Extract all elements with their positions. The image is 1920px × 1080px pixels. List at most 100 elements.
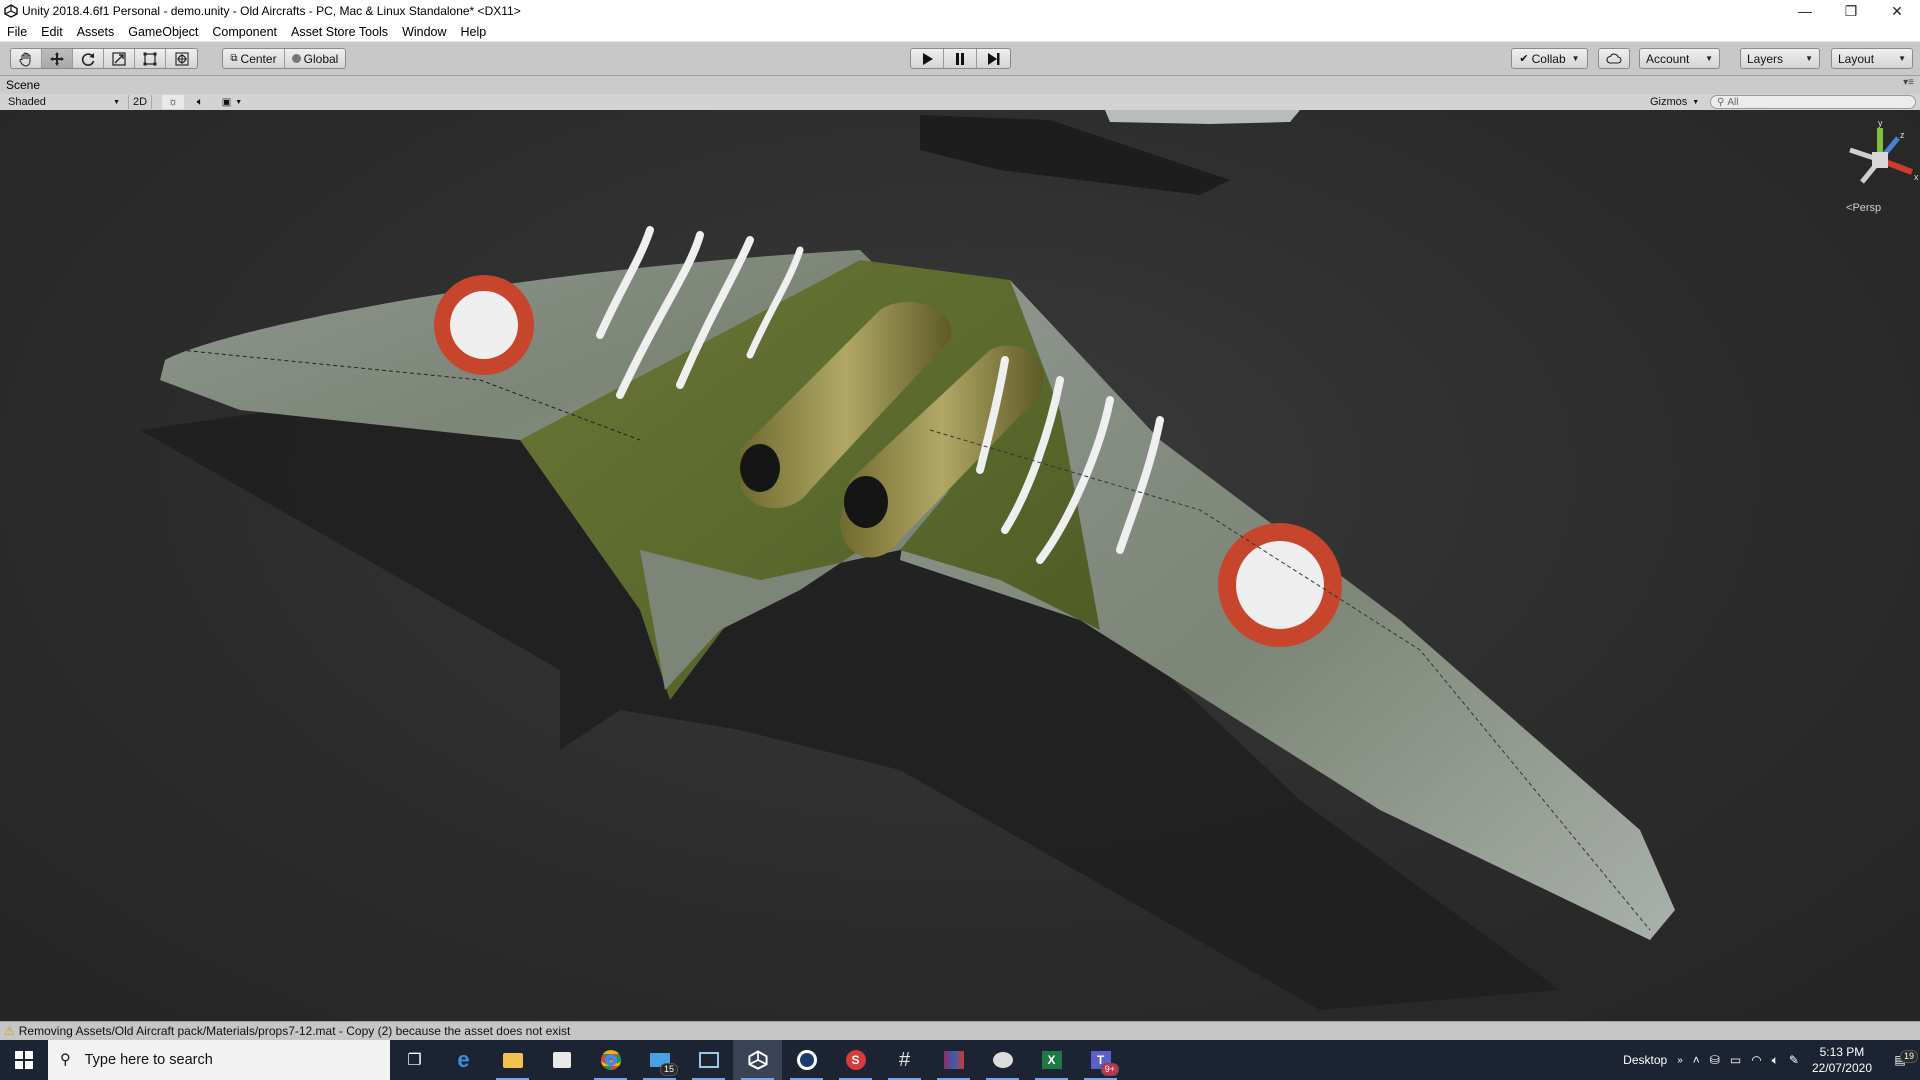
- substance-button[interactable]: S: [831, 1040, 880, 1080]
- universal-transform-icon: [174, 51, 189, 66]
- hand-tool-button[interactable]: [11, 49, 42, 68]
- left-engine-exhaust: [740, 444, 780, 492]
- teams-badge: 9+: [1100, 1063, 1119, 1076]
- background-aircraft: [1105, 110, 1300, 124]
- play-icon: [923, 52, 933, 65]
- network-drive-icon[interactable]: ⛁: [1705, 1053, 1725, 1067]
- notification-center-button[interactable]: ▤ 19: [1880, 1050, 1920, 1067]
- gizmos-dropdown[interactable]: Gizmos ▼: [1650, 95, 1699, 109]
- lighting-toggle[interactable]: ☼: [162, 95, 184, 109]
- tab-menu-icon[interactable]: ▾≡: [1903, 77, 1914, 88]
- search-icon: ⚲: [1717, 96, 1725, 108]
- layers-dropdown[interactable]: Layers ▼: [1740, 48, 1820, 69]
- wifi-icon[interactable]: ◠: [1746, 1053, 1766, 1067]
- rotate-icon: [81, 52, 95, 66]
- menu-help[interactable]: Help: [454, 25, 494, 39]
- cloud-icon: [1606, 53, 1622, 64]
- rotate-tool-button[interactable]: [73, 49, 104, 68]
- windows-taskbar: ⚲ Type here to search ❐ e 15 S # X T 9+ D…: [0, 1040, 1920, 1080]
- draw-mode-dropdown[interactable]: Shaded ▼: [8, 95, 120, 109]
- gizmo-z-label: z: [1900, 130, 1905, 140]
- effects-dropdown[interactable]: ▣ ▼: [216, 95, 248, 109]
- menu-window[interactable]: Window: [395, 25, 453, 39]
- chevron-down-icon: ▼: [1805, 54, 1813, 63]
- projection-label: Persp: [1852, 202, 1882, 214]
- show-hidden-icons-icon[interactable]: ˄: [1688, 1053, 1705, 1067]
- slack-button[interactable]: #: [880, 1040, 929, 1080]
- store-button[interactable]: [537, 1040, 586, 1080]
- folder-icon: [502, 1052, 523, 1068]
- chrome-icon: [600, 1050, 621, 1070]
- start-button[interactable]: [0, 1040, 48, 1080]
- scale-tool-button[interactable]: [104, 49, 135, 68]
- paint-button[interactable]: [978, 1040, 1027, 1080]
- gizmos-label: Gizmos: [1650, 96, 1688, 108]
- minimize-button[interactable]: —: [1782, 0, 1828, 22]
- scene-search-input[interactable]: ⚲ All: [1710, 95, 1916, 109]
- layers-label: Layers: [1747, 51, 1784, 66]
- clock[interactable]: 5:13 PM 22/07/2020: [1804, 1044, 1880, 1076]
- chevron-down-icon: ▼: [235, 98, 243, 106]
- unity-icon: [747, 1050, 768, 1070]
- task-view-button[interactable]: ❐: [390, 1040, 439, 1080]
- cloud-button[interactable]: [1598, 48, 1630, 69]
- desktop-toolbar-chevron-icon[interactable]: »: [1672, 1055, 1688, 1066]
- chevron-down-icon: ▼: [1705, 54, 1713, 63]
- status-bar[interactable]: ⚠ Removing Assets/Old Aircraft pack/Mate…: [0, 1021, 1920, 1040]
- volume-icon[interactable]: 🔈︎: [1767, 1053, 1784, 1068]
- mail-button[interactable]: 15: [635, 1040, 684, 1080]
- speaker-icon: 🔈︎: [196, 95, 204, 108]
- move-tool-button[interactable]: [42, 49, 73, 68]
- chevron-down-icon: ▼: [1571, 54, 1580, 63]
- menu-edit[interactable]: Edit: [34, 25, 70, 39]
- playback-controls: [910, 48, 1011, 69]
- pivot-rotation-button[interactable]: Global: [285, 49, 345, 68]
- 2d-toggle[interactable]: 2D: [128, 95, 153, 109]
- file-explorer-button[interactable]: [488, 1040, 537, 1080]
- layout-dropdown[interactable]: Layout ▼: [1831, 48, 1913, 69]
- chrome-button[interactable]: [586, 1040, 635, 1080]
- scene-tab[interactable]: Scene: [6, 78, 40, 92]
- background-aircraft-shadow: [920, 115, 1230, 195]
- audio-toggle[interactable]: 🔈︎: [188, 95, 212, 109]
- right-roundel-inner: [1236, 541, 1324, 629]
- step-button[interactable]: [977, 49, 1010, 68]
- pivot-controls: ⧉ Center Global: [222, 48, 346, 69]
- transform-tool-button[interactable]: [166, 49, 197, 68]
- account-label: Account: [1646, 51, 1690, 66]
- menu-gameobject[interactable]: GameObject: [121, 25, 205, 39]
- maximize-button[interactable]: ❐: [1828, 0, 1874, 22]
- rect-tool-button[interactable]: [135, 49, 166, 68]
- pivot-mode-button[interactable]: ⧉ Center: [223, 49, 285, 68]
- excel-button[interactable]: X: [1027, 1040, 1076, 1080]
- menu-file[interactable]: File: [0, 25, 34, 39]
- gizmo-y-label: y: [1878, 120, 1883, 128]
- scene-viewport[interactable]: y z x <Persp: [0, 110, 1920, 1021]
- menu-asset-store-tools[interactable]: Asset Store Tools: [284, 25, 395, 39]
- battery-icon[interactable]: ▭: [1725, 1053, 1746, 1067]
- cinema4d-button[interactable]: [782, 1040, 831, 1080]
- account-dropdown[interactable]: Account ▼: [1639, 48, 1720, 69]
- teams-button[interactable]: T 9+: [1076, 1040, 1125, 1080]
- close-button[interactable]: ✕: [1874, 0, 1920, 22]
- pen-icon[interactable]: ✎: [1784, 1053, 1804, 1067]
- menu-component[interactable]: Component: [205, 25, 284, 39]
- collab-dropdown[interactable]: ✔ Collab ▼: [1511, 48, 1588, 69]
- winrar-button[interactable]: [929, 1040, 978, 1080]
- pivot-mode-icon: ⧉: [230, 53, 238, 64]
- remote-desktop-icon: [698, 1052, 719, 1068]
- desktop-toolbar-label[interactable]: Desktop: [1618, 1053, 1672, 1067]
- clock-date: 22/07/2020: [1811, 1061, 1872, 1075]
- remote-desktop-button[interactable]: [684, 1040, 733, 1080]
- pause-button[interactable]: [944, 49, 977, 68]
- gizmo-x-label: x: [1914, 172, 1919, 182]
- left-roundel-inner: [450, 291, 518, 359]
- projection-toggle[interactable]: <Persp: [1846, 202, 1881, 214]
- taskbar-search-box[interactable]: ⚲ Type here to search: [48, 1040, 390, 1080]
- play-button[interactable]: [911, 49, 944, 68]
- menu-assets[interactable]: Assets: [70, 25, 122, 39]
- notification-count: 19: [1899, 1050, 1918, 1063]
- unity-button[interactable]: [733, 1040, 782, 1080]
- layout-label: Layout: [1838, 51, 1875, 66]
- edge-button[interactable]: e: [439, 1040, 488, 1080]
